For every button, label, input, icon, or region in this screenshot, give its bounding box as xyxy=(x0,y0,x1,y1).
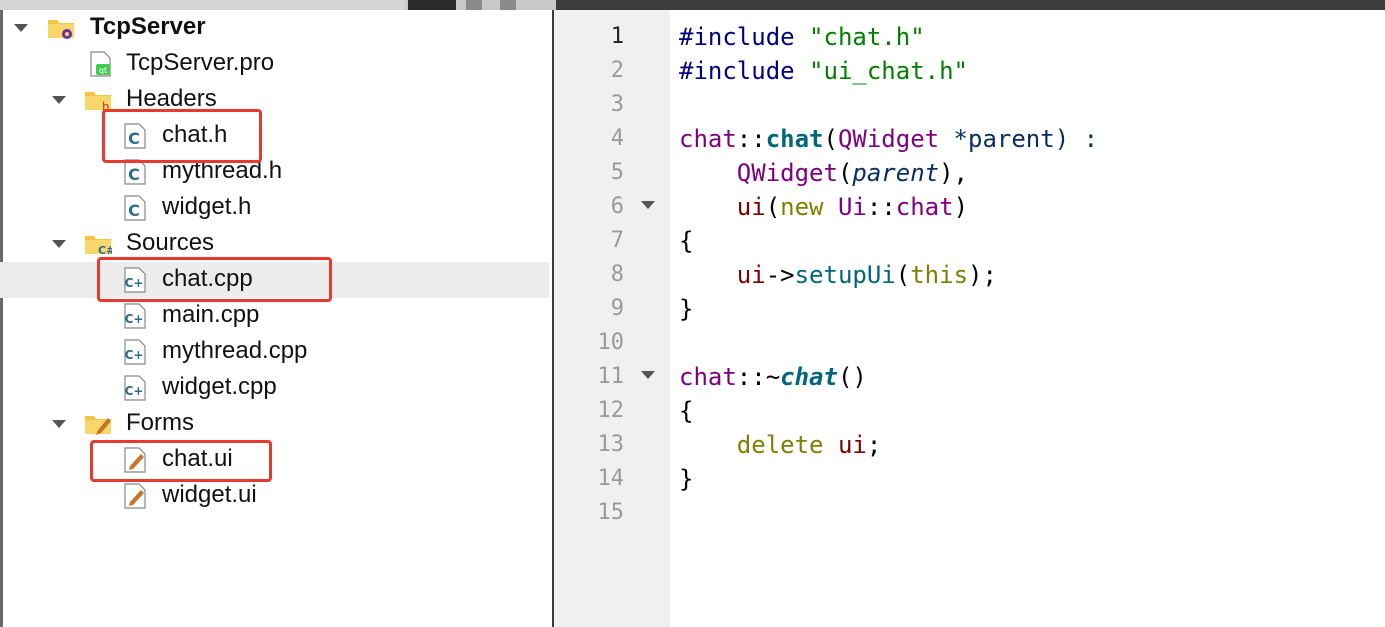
cpp-source-file-icon: C+ xyxy=(124,375,146,401)
code-line-6: ui(new Ui::chat) xyxy=(736,193,969,221)
tree-item-mythread-cpp[interactable]: C+ mythread.cpp xyxy=(0,334,549,370)
sources-folder-icon: C# xyxy=(85,236,112,257)
c-header-file-icon: C xyxy=(124,195,146,221)
qt-pro-file-icon: qt xyxy=(90,51,111,77)
toolbar-button[interactable] xyxy=(466,0,482,10)
line-number: 7 xyxy=(610,228,624,253)
tree-item-pro-file[interactable]: qt TcpServer.pro xyxy=(0,46,549,82)
line-number: 1 xyxy=(610,24,624,49)
line-number: 15 xyxy=(597,500,625,525)
line-number: 3 xyxy=(610,92,624,117)
line-number: 12 xyxy=(597,398,625,423)
cpp-source-file-icon: C+ xyxy=(124,339,146,365)
code-editor[interactable] xyxy=(670,10,1385,627)
fold-marker-icon[interactable] xyxy=(641,201,655,209)
toolbar-segment xyxy=(0,0,405,10)
code-line-14: } xyxy=(679,465,694,493)
tree-item-main-cpp[interactable]: C+ main.cpp xyxy=(0,298,549,334)
tree-item-widget-h[interactable]: C widget.h xyxy=(0,190,549,226)
line-number: 8 xyxy=(610,262,624,287)
svg-text:qt: qt xyxy=(99,66,107,75)
fold-marker-icon[interactable] xyxy=(641,371,655,379)
toolbar-button[interactable] xyxy=(500,0,516,10)
code-line-12: { xyxy=(679,397,694,425)
svg-text:C+: C+ xyxy=(125,312,144,326)
line-number: 6 xyxy=(610,194,624,219)
line-number: 9 xyxy=(610,296,624,321)
code-line-11: chat::~chat() xyxy=(679,363,867,391)
project-name: TcpServer xyxy=(90,13,206,40)
code-line-13: delete ui; xyxy=(736,431,882,459)
line-number: 2 xyxy=(610,58,624,83)
editor-toolbar xyxy=(556,0,1385,10)
svg-text:C+: C+ xyxy=(125,348,144,362)
tree-item-project[interactable]: TcpServer xyxy=(0,10,549,46)
ui-form-file-icon xyxy=(124,483,146,509)
line-number: 14 xyxy=(597,466,625,491)
svg-text:C+: C+ xyxy=(125,384,144,398)
group-label-forms: Forms xyxy=(126,409,194,436)
tree-item-headers[interactable]: h Headers xyxy=(0,82,549,118)
code-line-9: } xyxy=(679,295,694,323)
line-number: 13 xyxy=(597,432,625,457)
annotation-highlight-chat-ui xyxy=(90,440,272,482)
toolbar-button[interactable] xyxy=(408,0,456,10)
file-label: main.cpp xyxy=(162,301,260,328)
svg-text:C#: C# xyxy=(98,244,112,257)
code-line-8: ui->setupUi(this); xyxy=(736,261,997,289)
tree-item-forms[interactable]: Forms xyxy=(0,406,549,442)
forms-folder-icon xyxy=(85,416,111,435)
file-label: mythread.cpp xyxy=(162,337,308,364)
code-line-5: QWidget(parent), xyxy=(736,159,969,187)
code-line-2: #include "ui_chat.h" xyxy=(679,57,968,85)
file-label: widget.cpp xyxy=(162,373,277,400)
code-line-4: chat::chat(QWidget *parent) : xyxy=(679,125,1099,153)
svg-text:C: C xyxy=(128,201,140,220)
file-label: widget.h xyxy=(162,193,252,220)
line-number: 11 xyxy=(597,364,625,389)
line-number: 4 xyxy=(610,126,624,151)
annotation-highlight-chat-h xyxy=(102,109,262,163)
collapse-arrow-icon[interactable] xyxy=(14,24,28,32)
tree-item-widget-ui[interactable]: widget.ui xyxy=(0,478,549,514)
code-line-1: #include "chat.h" xyxy=(679,23,925,51)
collapse-arrow-icon[interactable] xyxy=(52,96,66,104)
qt-project-folder-icon xyxy=(48,20,74,39)
tree-item-chat-ui[interactable]: chat.ui xyxy=(0,442,549,478)
annotation-highlight-chat-cpp xyxy=(97,257,332,302)
pro-file-label: TcpServer.pro xyxy=(126,49,275,76)
collapse-arrow-icon[interactable] xyxy=(52,420,66,428)
top-toolbar-strip xyxy=(0,0,1385,10)
cpp-source-file-icon: C+ xyxy=(124,303,146,329)
code-line-7: { xyxy=(679,227,694,255)
file-label: widget.ui xyxy=(162,481,257,508)
group-label-sources: Sources xyxy=(126,229,215,256)
collapse-arrow-icon[interactable] xyxy=(52,240,66,248)
tree-item-widget-cpp[interactable]: C+ widget.cpp xyxy=(0,370,549,406)
svg-text:C: C xyxy=(128,165,140,184)
tree-item-chat-h[interactable]: C chat.h xyxy=(0,118,549,154)
line-number: 10 xyxy=(597,330,625,355)
tree-item-mythread-h[interactable]: C mythread.h xyxy=(0,154,549,190)
line-number: 5 xyxy=(610,160,624,185)
